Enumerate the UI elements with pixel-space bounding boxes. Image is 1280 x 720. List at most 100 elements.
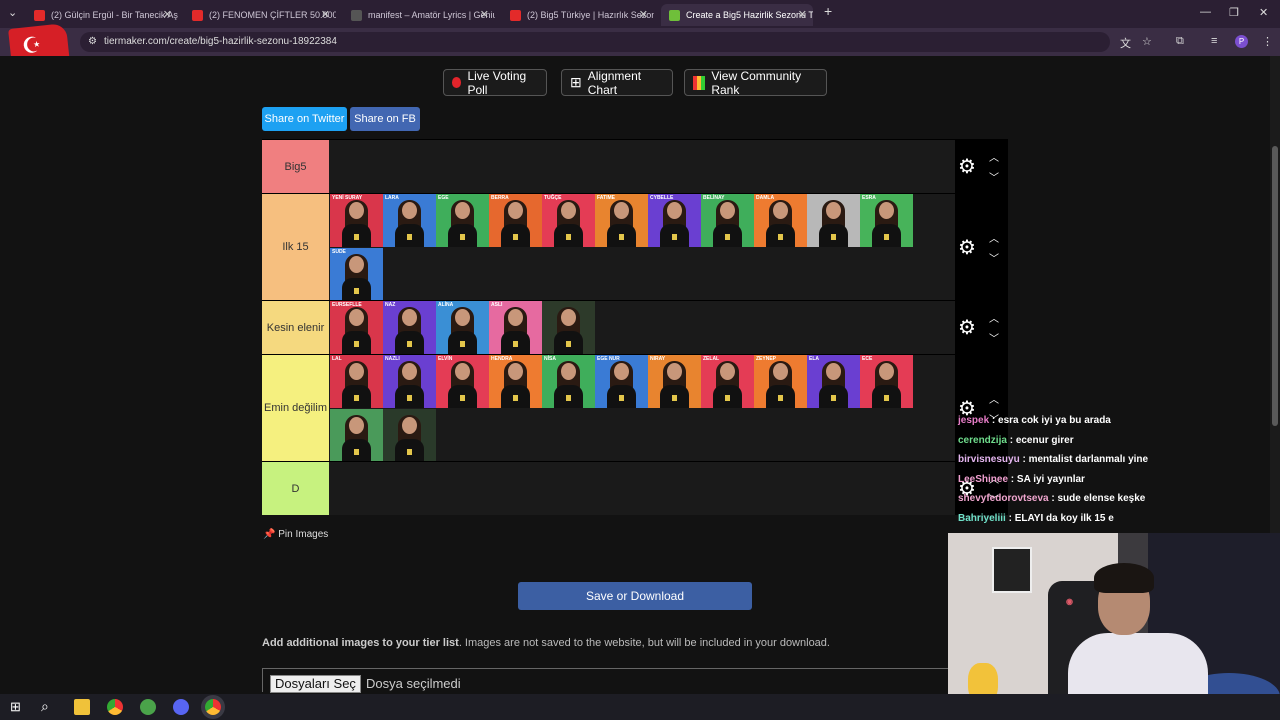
contestant-image[interactable]: ELA (807, 355, 860, 408)
scroll-thumb[interactable] (1272, 146, 1278, 426)
minimize-icon[interactable]: — (1200, 6, 1211, 18)
badge-shape (672, 234, 677, 240)
bookmark-star-icon[interactable]: ☆ (1142, 35, 1152, 48)
contestant-image[interactable]: BELİNAY (701, 194, 754, 247)
discord-icon[interactable] (173, 699, 189, 715)
badge-shape (778, 234, 783, 240)
tier-label[interactable]: Emin değilim (262, 355, 329, 461)
gear-icon[interactable]: ⚙ (958, 315, 976, 340)
contestant-image[interactable]: ALİNA (436, 301, 489, 354)
share-twitter-button[interactable]: Share on Twitter (262, 107, 347, 131)
close-icon[interactable]: ✕ (321, 8, 330, 21)
tier-row[interactable]: Kesin elenir EURSEFLLE NAZ ALİNA ASLI ⚙ ︿ ﹀ (262, 300, 1008, 354)
site-info-icon[interactable]: ⚙ (88, 32, 97, 52)
live-voting-button[interactable]: Live Voting Poll (443, 69, 547, 97)
new-tab-button[interactable]: + (824, 3, 832, 19)
move-up-icon[interactable]: ︿ (989, 230, 999, 245)
tab-search-icon[interactable]: ⌄ (8, 6, 17, 19)
close-icon[interactable]: ✕ (639, 8, 648, 21)
contestant-image[interactable]: TUĞÇE (542, 194, 595, 247)
choose-files-button[interactable]: Dosyaları Seç (270, 675, 361, 693)
save-download-button[interactable]: Save or Download (518, 582, 752, 610)
file-explorer-icon[interactable] (74, 699, 90, 715)
share-fb-button[interactable]: Share on FB (350, 107, 420, 131)
tab-1[interactable]: (2) Gülçin Ergül - Bir Tanecik Aşk ✕ (26, 4, 178, 26)
close-icon[interactable]: ✕ (163, 8, 172, 21)
move-down-icon[interactable]: ﹀ (989, 250, 999, 265)
tier-label[interactable]: Big5 (262, 140, 329, 193)
tab-3[interactable]: manifest – Amatör Lyrics | Genius ✕ (343, 4, 495, 26)
contestant-image[interactable]: LAL (330, 355, 383, 408)
contestant-image[interactable]: EURSEFLLE (330, 301, 383, 354)
face-shape (349, 256, 364, 273)
url-field[interactable]: ⚙ tiermaker.com/create/big5-hazirlik-sez… (80, 32, 1110, 52)
tab-4[interactable]: (2) Big5 Türkiye | Hazırlık Sezonu ✕ (502, 4, 654, 26)
file-input[interactable]: Dosyaları Seç Dosya seçilmedi (262, 668, 952, 693)
contestant-image[interactable]: LARA (383, 194, 436, 247)
contestant-image[interactable]: CYBELLE (648, 194, 701, 247)
contestant-image[interactable]: ASLI (489, 301, 542, 354)
chrome-icon[interactable] (107, 699, 123, 715)
contestant-image[interactable]: FATIME (595, 194, 648, 247)
tab-title: Create a Big5 Hazirlik Sezonu Tier (686, 10, 813, 20)
tier-row[interactable]: Big5 ⚙ ︿ ﹀ (262, 139, 1008, 193)
close-window-icon[interactable]: ✕ (1259, 6, 1268, 19)
tier-label[interactable]: D (262, 462, 329, 515)
contestant-image[interactable]: EGE NUR (595, 355, 648, 408)
contestant-image[interactable]: NİSA (542, 355, 595, 408)
contestant-image[interactable]: NAZ (383, 301, 436, 354)
gear-icon[interactable]: ⚙ (958, 154, 976, 179)
contestant-image[interactable]: DAMLA (754, 194, 807, 247)
contestant-image[interactable] (807, 194, 860, 247)
contestant-image[interactable]: HENDRA (489, 355, 542, 408)
contestant-image[interactable]: ECE (860, 355, 913, 408)
contestant-image[interactable]: ZELAL (701, 355, 754, 408)
chat-text: SA iyi yayınlar (1016, 473, 1085, 485)
contestant-image[interactable]: ESRA (860, 194, 913, 247)
contestant-image[interactable] (542, 301, 595, 354)
tier-label[interactable]: Kesin elenir (262, 301, 329, 354)
move-down-icon[interactable]: ﹀ (989, 169, 999, 184)
chrome-active-icon[interactable] (205, 699, 221, 715)
contestant-image[interactable]: EGE (436, 194, 489, 247)
contestant-image[interactable]: ZEYNEP (754, 355, 807, 408)
close-icon[interactable]: ✕ (798, 8, 807, 21)
menu-icon[interactable]: ⋮ (1262, 35, 1273, 48)
alignment-chart-button[interactable]: ⊞ Alignment Chart (561, 69, 673, 97)
gear-icon[interactable]: ⚙ (958, 235, 976, 260)
contestant-image[interactable]: ELVİN (436, 355, 489, 408)
tab-title: (2) Gülçin Ergül - Bir Tanecik Aşk (51, 10, 178, 20)
tier-row[interactable]: Emin değilim LAL NAZLI ELVİN HENDRA NİSA EGE N… (262, 354, 1008, 462)
tier-label[interactable]: Ilk 15 (262, 194, 329, 300)
pin-images-toggle[interactable]: 📌 Pin Images (263, 529, 328, 540)
contestant-image[interactable]: NAZLI (383, 355, 436, 408)
move-up-icon[interactable]: ︿ (989, 391, 999, 406)
chat-username: cerendzija (958, 434, 1007, 446)
contestant-image[interactable] (330, 409, 383, 462)
chat-message: cerendzija : ecenur girer (958, 434, 1074, 446)
tier-row[interactable]: D ⚙ ︿ ﹀ (262, 461, 1008, 515)
tier-row[interactable]: Ilk 15 YENİ SURAY LARA EGE BERRA TUĞÇE FATIME C… (262, 193, 1008, 301)
contestant-image[interactable]: BERRA (489, 194, 542, 247)
move-down-icon[interactable]: ﹀ (989, 330, 999, 345)
contestant-image[interactable]: YENİ SURAY (330, 194, 383, 247)
community-rank-button[interactable]: View Community Rank (684, 68, 827, 97)
contestant-image[interactable]: NIRAY (648, 355, 701, 408)
cat-poster (992, 547, 1032, 593)
close-icon[interactable]: ✕ (480, 8, 489, 21)
tab-2[interactable]: (2) FENOMEN ÇİFTLER 50.000TL ✕ (184, 4, 336, 26)
contestant-image[interactable]: SUDE (330, 248, 383, 301)
translate-icon[interactable]: 文 (1120, 35, 1131, 51)
profile-avatar[interactable]: P (1235, 35, 1248, 48)
restore-icon[interactable]: ❐ (1229, 6, 1239, 19)
move-up-icon[interactable]: ︿ (989, 149, 999, 164)
extensions-icon[interactable]: ⧉ (1176, 35, 1184, 48)
contestant-image[interactable] (383, 409, 436, 462)
app-icon[interactable] (140, 699, 156, 715)
community-label: View Community Rank (711, 68, 802, 97)
search-icon[interactable]: ⌕ (41, 698, 49, 715)
windows-start-icon[interactable]: ⊞ (10, 699, 21, 715)
tab-5-active[interactable]: Create a Big5 Hazirlik Sezonu Tier ✕ (661, 4, 813, 26)
media-controls-icon[interactable]: ≡ (1211, 35, 1217, 47)
move-up-icon[interactable]: ︿ (989, 310, 999, 325)
